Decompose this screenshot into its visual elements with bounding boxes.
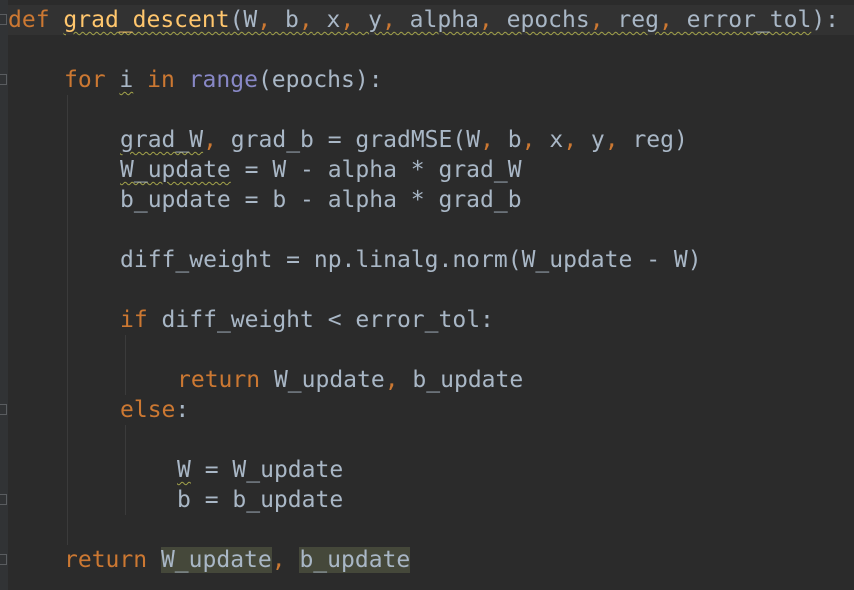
code-token: , — [384, 367, 399, 393]
code-token: b_update = b - alpha * grad_b — [120, 187, 522, 213]
code-token: b_update — [398, 367, 524, 393]
code-token: return — [64, 547, 148, 573]
indent-guide — [125, 425, 126, 515]
fold-marker-icon[interactable] — [0, 74, 7, 85]
code-line[interactable]: diff_weight = np.linalg.norm(W_update - … — [120, 245, 702, 275]
code-token: = W - alpha * grad_W — [230, 157, 522, 183]
code-token: epochs — [492, 7, 590, 33]
code-token: diff_weight = np.linalg.norm(W_update - … — [120, 247, 702, 273]
fold-marker-icon[interactable] — [0, 554, 7, 565]
code-line[interactable]: b = b_update — [177, 485, 343, 515]
code-token: def — [8, 7, 50, 33]
code-token: W — [177, 457, 191, 483]
code-token: x — [535, 127, 564, 153]
code-token: ): — [811, 7, 840, 33]
code-token: in — [147, 67, 175, 93]
code-token: W_update — [260, 367, 385, 393]
code-editor[interactable]: def grad_descent(W, b, x, y, alpha, epoc… — [0, 0, 854, 590]
code-token: , — [589, 7, 604, 33]
code-line[interactable]: def grad_descent(W, b, x, y, alpha, epoc… — [8, 5, 839, 35]
code-token: y — [577, 127, 605, 153]
code-token: alpha — [395, 7, 479, 33]
code-token: return — [177, 367, 261, 393]
code-token: W_update — [160, 547, 272, 573]
fold-marker-icon[interactable] — [0, 404, 7, 415]
code-token: b — [271, 7, 299, 33]
code-token: , — [298, 7, 313, 33]
code-token: , — [381, 7, 396, 33]
code-token: = W_update — [190, 457, 344, 483]
code-token: x — [312, 7, 341, 33]
code-token: b — [493, 127, 522, 153]
editor-gutter[interactable] — [0, 0, 8, 590]
code-token: i — [119, 67, 134, 93]
code-line[interactable]: W = W_update — [177, 455, 343, 485]
code-token: b = b_update — [177, 487, 344, 513]
indent-guide — [125, 335, 126, 395]
code-token: , — [203, 127, 217, 153]
code-token: , — [340, 7, 355, 33]
code-token: , — [563, 127, 578, 153]
indent-guide — [67, 95, 68, 545]
code-token: range — [188, 67, 258, 93]
code-token: , — [658, 7, 673, 33]
code-line[interactable]: return W_update, b_update — [64, 545, 411, 575]
code-token: diff_weight < error_tol: — [147, 307, 494, 333]
code-token: reg) — [618, 127, 688, 153]
code-token: , — [257, 7, 272, 33]
code-token: for — [64, 67, 106, 93]
code-token: , — [604, 127, 619, 153]
code-token: grad_W — [120, 127, 204, 153]
code-line[interactable]: else: — [120, 395, 189, 425]
code-token: grad_descent — [63, 7, 230, 33]
code-token: grad_b = gradMSE(W — [216, 127, 481, 153]
code-token: , — [480, 127, 494, 153]
code-token: if — [120, 307, 148, 333]
code-token: , — [521, 127, 536, 153]
fold-marker-icon[interactable] — [0, 494, 7, 505]
code-token: : — [175, 397, 190, 423]
code-token: else — [120, 397, 176, 423]
fold-marker-icon[interactable] — [0, 14, 7, 25]
code-token: (epochs): — [257, 67, 383, 93]
code-token: reg — [603, 7, 659, 33]
code-line[interactable]: W_update = W - alpha * grad_W — [120, 155, 522, 185]
code-line[interactable]: b_update = b - alpha * grad_b — [120, 185, 522, 215]
code-token: (W — [229, 7, 258, 33]
code-token: W_update — [120, 157, 231, 183]
code-line[interactable]: if diff_weight < error_tol: — [120, 305, 494, 335]
code-line[interactable]: grad_W, grad_b = gradMSE(W, b, x, y, reg… — [120, 125, 688, 155]
code-token: b_update — [299, 547, 411, 573]
code-token: y — [354, 7, 382, 33]
code-token: , — [478, 7, 493, 33]
code-line[interactable]: return W_update, b_update — [177, 365, 523, 395]
code-line[interactable]: for i in range(epochs): — [64, 65, 383, 95]
code-token: , — [271, 547, 286, 573]
code-token: error_tol — [672, 7, 812, 33]
